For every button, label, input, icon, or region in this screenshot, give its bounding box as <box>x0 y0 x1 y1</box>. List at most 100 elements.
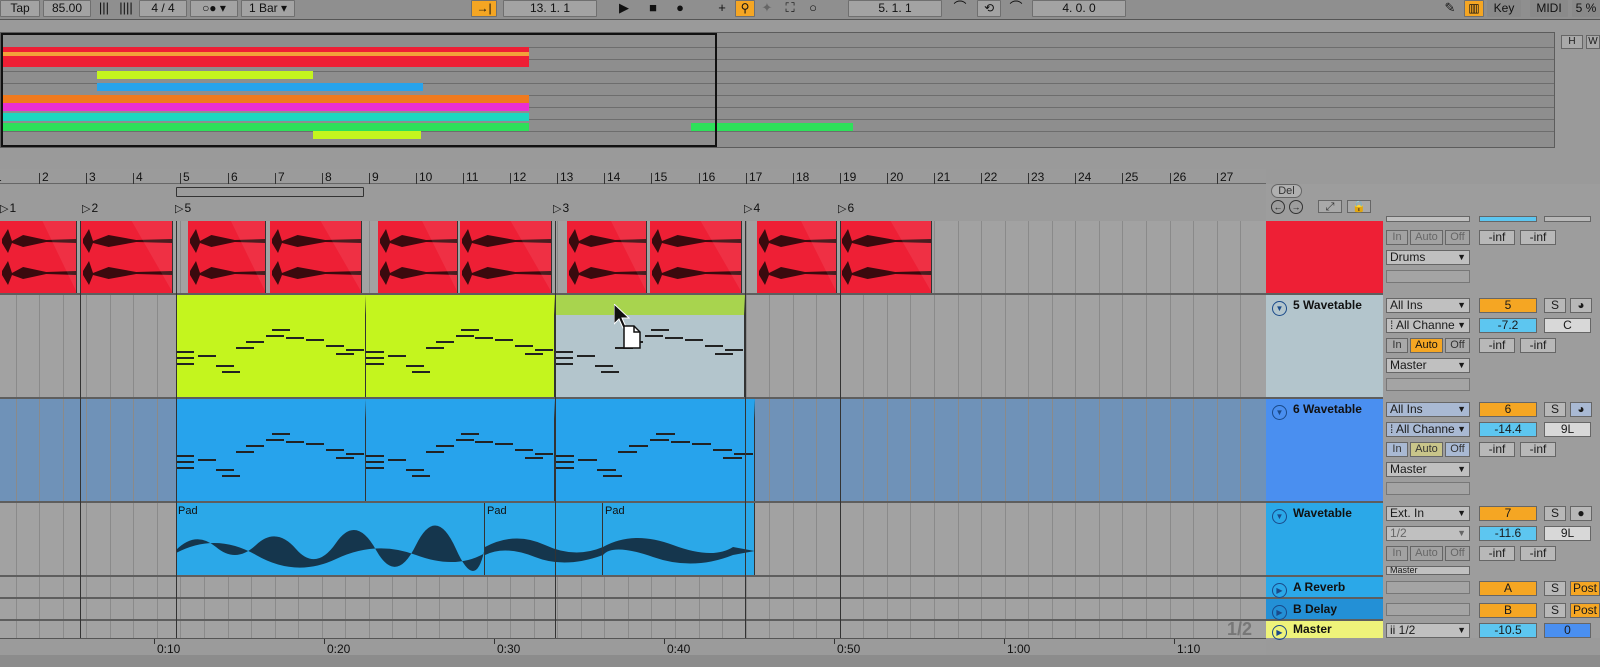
track-7-arm-icon[interactable]: ● <box>1570 506 1592 521</box>
punch-out-icon[interactable]: ⌒ <box>1006 0 1026 17</box>
locator-2[interactable]: 2 <box>82 201 98 215</box>
midi-note[interactable] <box>216 365 234 367</box>
midi-note[interactable] <box>436 445 454 447</box>
midi-clip-blue-3[interactable] <box>555 399 755 501</box>
midi-note[interactable] <box>272 329 290 331</box>
audio-clip-drums[interactable] <box>460 221 552 293</box>
arrangement-overview[interactable] <box>0 32 1555 148</box>
midi-note[interactable] <box>388 355 406 357</box>
track-6-monitor-off[interactable]: Off <box>1445 442 1470 457</box>
drums-monitor-in[interactable]: In <box>1386 230 1408 245</box>
midi-note[interactable] <box>656 433 675 435</box>
lock-icon[interactable]: 🔒 <box>1347 200 1371 213</box>
stop-icon[interactable]: ■ <box>643 0 663 17</box>
track-5-channel-select[interactable]: ⁞ All Channe ▼ <box>1386 318 1470 333</box>
follow-button[interactable]: →| <box>471 0 497 17</box>
quantize-menu[interactable]: 1 Bar ▾ <box>241 0 295 17</box>
midi-note[interactable] <box>456 335 474 337</box>
midi-note[interactable] <box>723 457 742 459</box>
midi-note[interactable] <box>705 345 723 347</box>
audio-clip-drums[interactable] <box>0 221 77 293</box>
play-track-icon[interactable]: ▶ <box>1272 583 1287 598</box>
midi-note[interactable] <box>436 341 454 343</box>
midi-note[interactable] <box>176 467 194 469</box>
track-header-b-delay[interactable]: ▶ B Delay <box>1266 599 1383 621</box>
automation-arm-icon[interactable]: ⚲ <box>735 0 755 17</box>
midi-note[interactable] <box>525 457 543 459</box>
midi-note[interactable] <box>176 461 194 463</box>
lane-master[interactable] <box>0 621 1266 638</box>
midi-note[interactable] <box>176 357 194 359</box>
midi-note[interactable] <box>326 345 344 347</box>
midi-note[interactable] <box>597 469 616 471</box>
track-6-pan[interactable]: 9L <box>1544 422 1591 437</box>
locator-1[interactable]: 1 <box>0 201 16 215</box>
return-b-solo-button[interactable]: S <box>1544 603 1566 618</box>
midi-note[interactable] <box>601 371 619 373</box>
track-header-drums[interactable] <box>1266 221 1383 295</box>
arrangement-view[interactable]: Pad Pad Pad <box>0 221 1266 638</box>
midi-note[interactable] <box>272 433 290 435</box>
re-enable-automation-icon[interactable]: ✦ <box>757 0 777 17</box>
track-7-input-select[interactable]: Ext. In ▼ <box>1386 506 1470 521</box>
return-b-activator[interactable]: B <box>1479 603 1537 618</box>
midi-note[interactable] <box>406 365 424 367</box>
midi-note[interactable] <box>535 349 553 351</box>
midi-note[interactable] <box>176 351 194 353</box>
midi-clip-lime-2[interactable] <box>366 295 555 397</box>
loop-brace[interactable] <box>176 187 364 197</box>
drums-volume[interactable] <box>1479 216 1537 222</box>
track-7-solo-button[interactable]: S <box>1544 506 1566 521</box>
drums-monitor-auto[interactable]: Auto <box>1410 230 1443 245</box>
midi-note[interactable] <box>366 351 384 353</box>
back-arrow-icon[interactable]: ← <box>1271 200 1285 214</box>
track-6-monitor-in[interactable]: In <box>1386 442 1408 457</box>
audio-clip-drums[interactable] <box>81 221 173 293</box>
midi-note[interactable] <box>651 329 669 331</box>
midi-clip-blue-2[interactable] <box>366 399 555 501</box>
time-ruler[interactable]: 0:10 0:20 0:30 0:40 0:50 1:00 1:10 <box>0 638 1266 656</box>
audio-clip-drums[interactable] <box>650 221 742 293</box>
midi-note[interactable] <box>555 461 574 463</box>
drums-channel-select[interactable] <box>1386 216 1470 222</box>
track-7-monitor-off[interactable]: Off <box>1445 546 1470 561</box>
audio-clip-drums[interactable] <box>188 221 266 293</box>
master-pan[interactable]: 0 <box>1544 623 1591 638</box>
midi-note[interactable] <box>286 337 304 339</box>
play-track-icon[interactable]: ▶ <box>1272 625 1287 640</box>
track-6-arm-icon[interactable]: ◕ <box>1570 402 1592 417</box>
track-7-monitor-in[interactable]: In <box>1386 546 1408 561</box>
midi-note[interactable] <box>692 443 711 445</box>
master-output-select[interactable]: ii 1/2 ▼ <box>1386 623 1470 638</box>
track-6-monitor-auto[interactable]: Auto <box>1410 442 1443 457</box>
loop-switch-icon[interactable]: ⟲ <box>977 0 1001 17</box>
midi-note[interactable] <box>266 439 284 441</box>
midi-note[interactable] <box>461 433 479 435</box>
midi-clip-lime-1[interactable] <box>176 295 366 397</box>
expand-icon[interactable]: ⤢ <box>1318 200 1342 213</box>
midi-note[interactable] <box>685 339 703 341</box>
audio-clip-drums[interactable] <box>270 221 362 293</box>
midi-note[interactable] <box>650 439 669 441</box>
arrangement-position-field[interactable]: 13. 1. 1 <box>503 0 597 17</box>
midi-note[interactable] <box>176 363 194 365</box>
midi-note[interactable] <box>216 469 234 471</box>
delete-button[interactable]: Del <box>1271 184 1302 198</box>
midi-map-button[interactable]: MIDI <box>1530 0 1568 17</box>
midi-note[interactable] <box>577 355 595 357</box>
fold-track-icon[interactable]: ▼ <box>1272 301 1287 316</box>
overview-visible-region[interactable] <box>1 33 717 147</box>
midi-note[interactable] <box>555 455 574 457</box>
locator-strip[interactable]: 1 2 5 3 4 6 <box>0 185 1266 221</box>
play-track-icon[interactable]: ▶ <box>1272 605 1287 620</box>
audio-clip-drums[interactable] <box>567 221 647 293</box>
forward-arrow-icon[interactable]: → <box>1289 200 1303 214</box>
track-header-6-wavetable[interactable]: ▼ 6 Wavetable <box>1266 399 1383 503</box>
midi-note[interactable] <box>326 449 344 451</box>
track-6-input-select[interactable]: All Ins ▼ <box>1386 402 1470 417</box>
midi-note[interactable] <box>725 349 743 351</box>
metronome-icon[interactable]: ||| <box>94 0 114 17</box>
track-7-pan[interactable]: 9L <box>1544 526 1591 541</box>
track-7-channel-select[interactable]: 1/2 ▼ <box>1386 526 1470 541</box>
return-b-post-button[interactable]: Post <box>1570 603 1600 618</box>
